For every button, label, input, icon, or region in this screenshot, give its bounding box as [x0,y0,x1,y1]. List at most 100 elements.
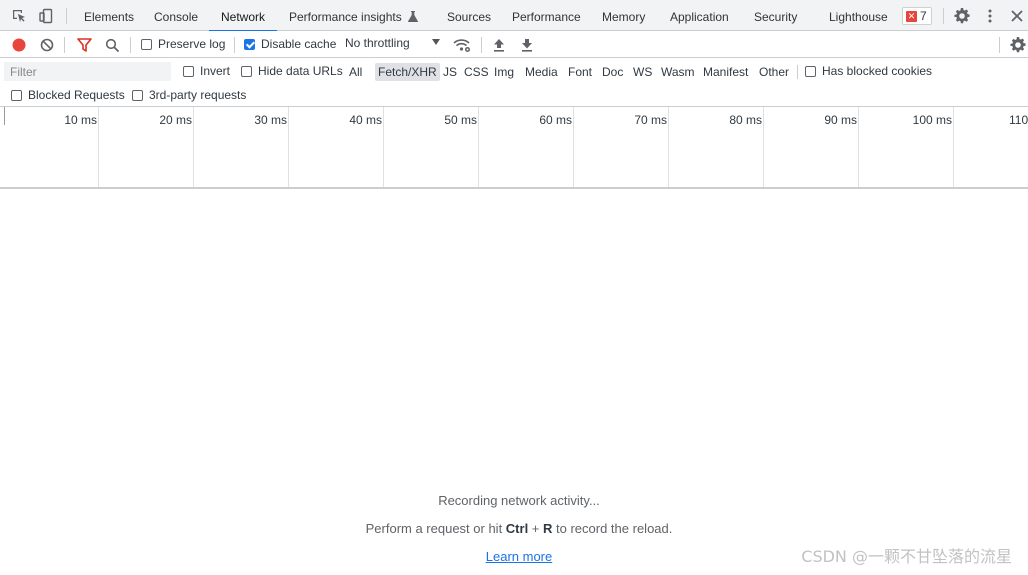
filter-type-ws[interactable]: WS [633,63,652,81]
error-counter-badge[interactable]: ✕ 7 [902,7,932,25]
tab-security[interactable]: Security [754,0,797,31]
record-icon[interactable] [10,36,28,54]
timeline-tick-label: 50 ms [444,113,477,127]
has-blocked-cookies-box[interactable] [805,65,816,77]
timeline-gridline [573,107,574,187]
timeline-tick-label: 40 ms [349,113,382,127]
network-settings-gear-icon[interactable] [1009,36,1027,54]
filter-type-css[interactable]: CSS [464,63,489,81]
timeline-tick-label: 20 ms [159,113,192,127]
filter-type-font[interactable]: Font [568,63,592,81]
tab-network[interactable]: Network [208,0,278,32]
inspect-element-icon[interactable] [10,7,28,25]
invert-checkbox[interactable]: Invert [183,64,230,78]
filter-bar: Invert Hide data URLs All Fetch/XHR JS C… [0,58,1028,107]
filter-type-img[interactable]: Img [494,63,514,81]
disable-cache-box[interactable] [244,38,255,50]
timeline-tick-label: 30 ms [254,113,287,127]
reload-hint-plus: + [528,521,544,536]
timeline-gridline [858,107,859,187]
filter-input[interactable] [4,62,171,81]
throttling-select[interactable]: No throttling [345,36,410,50]
timeline-gridline [953,107,954,187]
has-blocked-cookies-label: Has blocked cookies [822,64,933,78]
tab-performance[interactable]: Performance [512,0,581,31]
filter-type-wasm[interactable]: Wasm [661,63,695,81]
timeline-gridline [478,107,479,187]
tab-bar-divider [66,8,67,24]
close-icon[interactable] [1008,7,1026,25]
tab-performance-insights[interactable]: Performance insights [289,0,419,31]
timeline-tick-label: 10 ms [64,113,97,127]
reload-hint: Perform a request or hit Ctrl + R to rec… [0,521,1028,536]
tab-application[interactable]: Application [670,0,729,31]
hide-data-urls-checkbox[interactable]: Hide data URLs [241,64,343,78]
settings-gear-icon[interactable] [953,7,971,25]
tab-sources[interactable]: Sources [447,0,491,31]
network-toolbar: Preserve log Disable cache No throttling [0,31,1028,58]
tab-performance-insights-label: Performance insights [289,10,402,24]
filter-type-media[interactable]: Media [525,63,558,81]
timeline-tick-label: 90 ms [824,113,857,127]
timeline-gridline [98,107,99,187]
watermark: CSDN @一颗不甘坠落的流星 [801,547,1012,566]
chevron-down-icon[interactable] [432,39,440,45]
reload-hint-key-ctrl: Ctrl [505,521,529,536]
tab-console[interactable]: Console [154,0,198,31]
more-options-icon[interactable] [981,7,999,25]
clear-icon[interactable] [38,36,56,54]
search-icon[interactable] [103,36,121,54]
filter-type-manifest[interactable]: Manifest [703,63,748,81]
blocked-requests-label: Blocked Requests [28,88,125,102]
blocked-requests-box[interactable] [11,89,22,101]
filter-type-other[interactable]: Other [759,63,789,81]
preserve-log-box[interactable] [141,38,152,50]
toolbar-divider [999,37,1000,53]
timeline-tick-label: 100 ms [912,113,952,127]
timeline-gridline [383,107,384,187]
requests-empty-state: Recording network activity... Perform a … [0,190,1028,575]
network-conditions-wifi-icon[interactable] [453,36,471,54]
learn-more-link[interactable]: Learn more [486,549,552,564]
hide-data-urls-box[interactable] [241,65,252,77]
has-blocked-cookies-checkbox[interactable]: Has blocked cookies [805,64,932,78]
tab-memory[interactable]: Memory [602,0,645,31]
filter-type-doc[interactable]: Doc [602,63,623,81]
timeline-tick-label: 80 ms [729,113,762,127]
timeline-tick-label: 60 ms [539,113,572,127]
export-har-download-icon[interactable] [518,36,536,54]
disable-cache-checkbox[interactable]: Disable cache [244,37,336,51]
flask-icon [408,11,419,22]
error-icon: ✕ [906,10,917,22]
third-party-requests-checkbox[interactable]: 3rd-party requests [132,88,246,102]
reload-hint-prefix: Perform a request or hit [365,521,506,536]
filter-type-all[interactable]: All [349,63,362,81]
hide-data-urls-label: Hide data URLs [258,64,343,78]
tab-bar-divider [943,8,944,24]
invert-label: Invert [200,64,231,78]
filter-icon[interactable] [75,36,93,54]
toolbar-divider [481,37,482,53]
tab-elements[interactable]: Elements [84,0,134,31]
filter-type-js[interactable]: JS [443,63,457,81]
toolbar-divider [64,37,65,53]
disable-cache-label: Disable cache [261,37,337,51]
timeline-tick-label: 110 [1009,113,1028,127]
filter-type-fetch-xhr[interactable]: Fetch/XHR [375,63,440,81]
devtools-tab-bar: Elements Console Network Performance ins… [0,0,1028,32]
toolbar-divider [234,37,235,53]
timeline-tick-label: 70 ms [634,113,667,127]
preserve-log-label: Preserve log [158,37,226,51]
reload-hint-suffix: to record the reload. [552,521,673,536]
tab-lighthouse[interactable]: Lighthouse [829,0,888,31]
network-overview-timeline[interactable]: 10 ms 20 ms 30 ms 40 ms 50 ms 60 ms 70 m… [0,107,1028,189]
timeline-gridline [763,107,764,187]
device-toolbar-icon[interactable] [37,7,55,25]
blocked-requests-checkbox[interactable]: Blocked Requests [11,88,125,102]
timeline-gridline [193,107,194,187]
filter-divider [797,65,798,79]
import-har-upload-icon[interactable] [490,36,508,54]
third-party-requests-box[interactable] [132,89,143,101]
preserve-log-checkbox[interactable]: Preserve log [141,37,225,51]
invert-box[interactable] [183,65,194,77]
